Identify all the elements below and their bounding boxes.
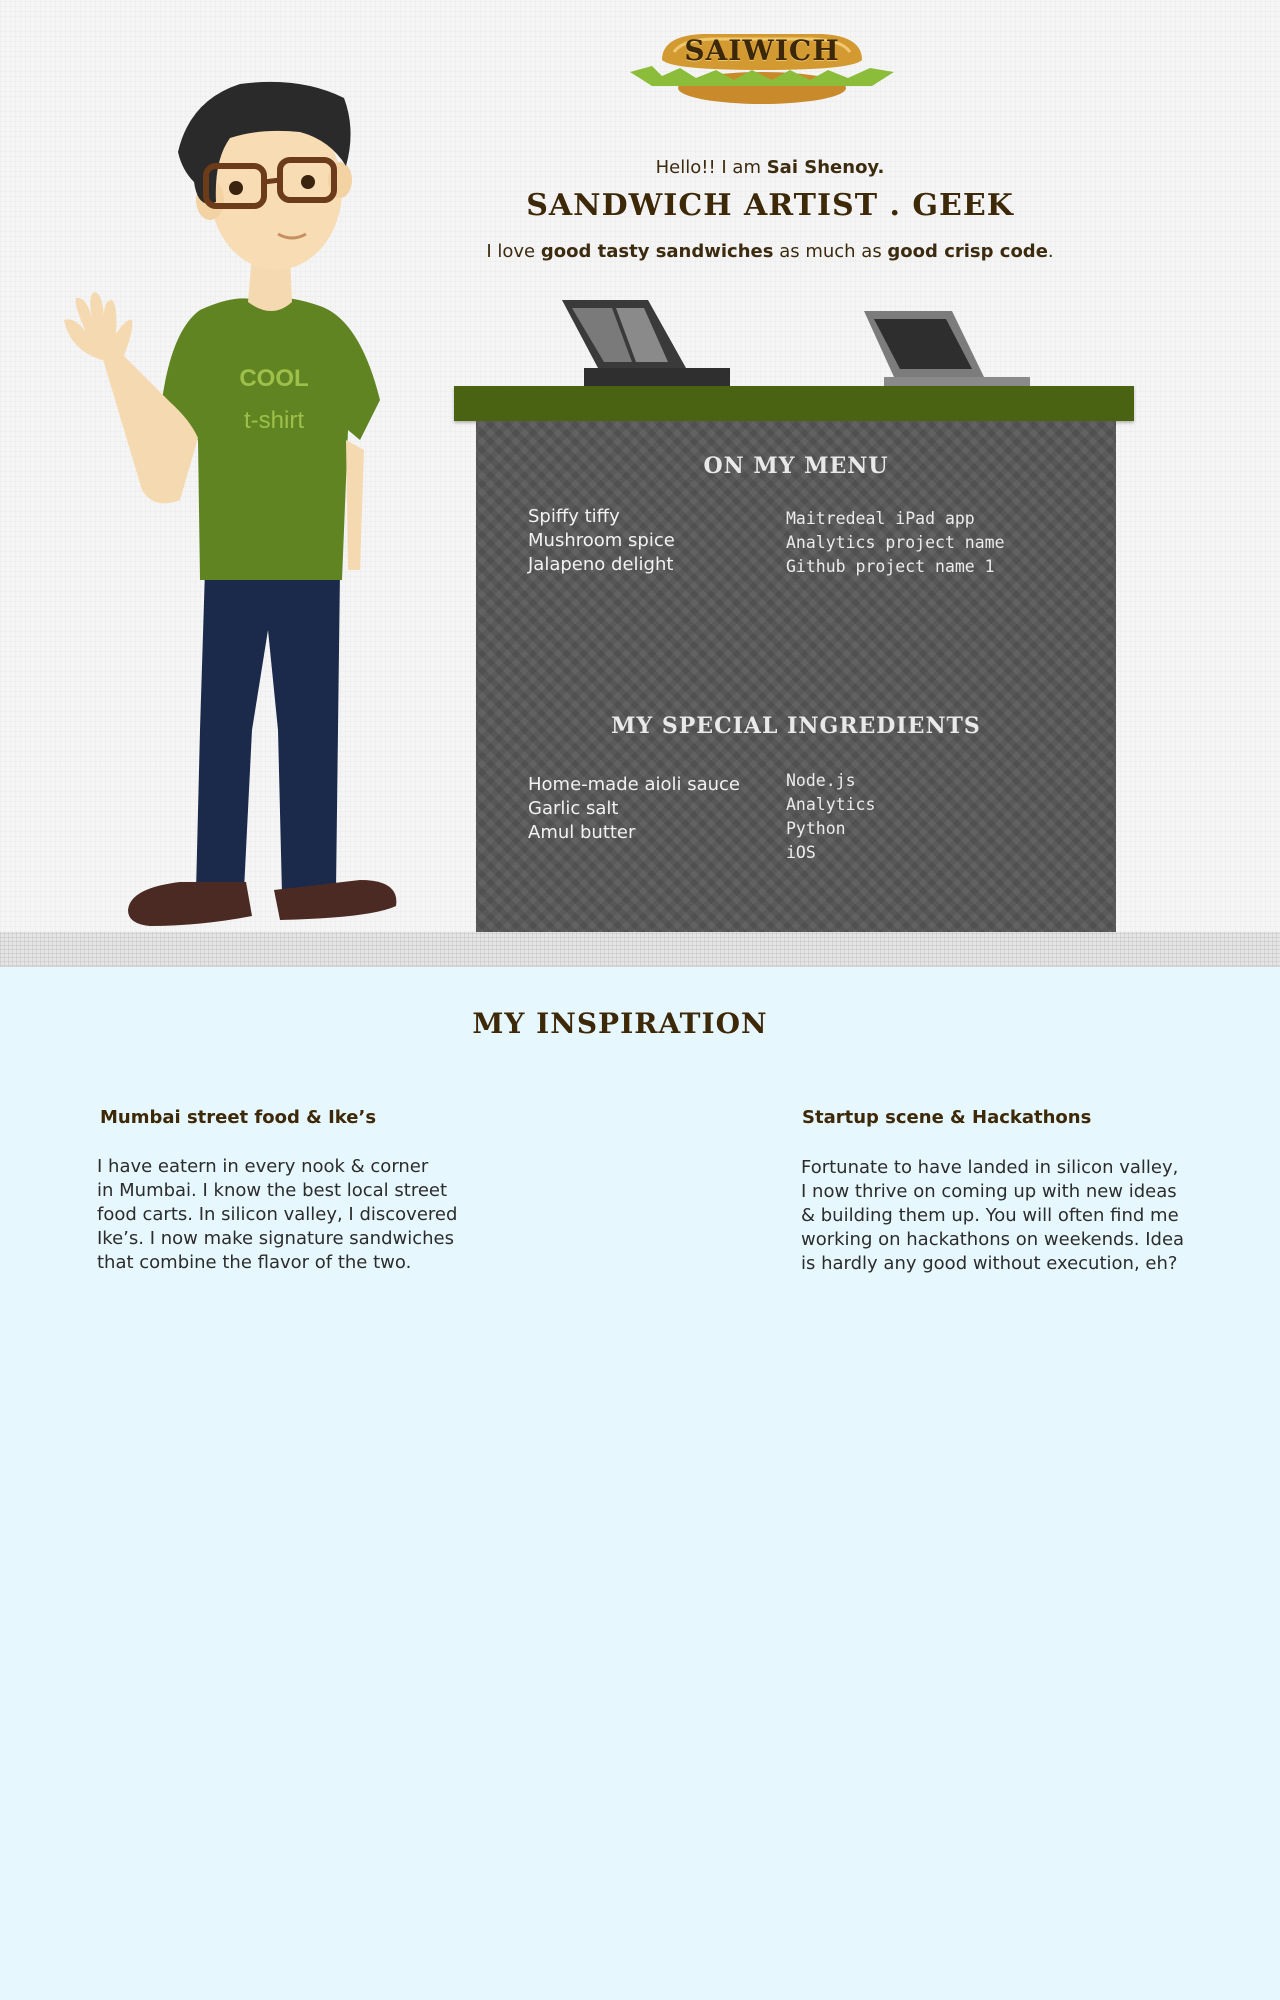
greeting-line: Hello!! I am Sai Shenoy. <box>420 157 1120 178</box>
list-item: Garlic salt <box>528 798 619 819</box>
project-link[interactable]: Analytics project name <box>786 531 1005 555</box>
text-line: Fortunate to have landed in silicon vall… <box>801 1157 1179 1178</box>
inspiration-heading: Startup scene & Hackathons <box>802 1107 1092 1128</box>
author-name: Sai Shenoy. <box>766 157 885 178</box>
intro-highlight-sandwiches: good tasty sandwiches <box>540 241 774 262</box>
text-line: food carts. In silicon valley, I discove… <box>97 1204 458 1225</box>
list-item: Node.js <box>786 771 856 790</box>
shirt-text-tshirt: t-shirt <box>244 407 304 434</box>
greeting-text: Hello!! I am <box>655 157 767 178</box>
logo-text: SAIWICH <box>684 34 840 67</box>
list-item: Spiffy tiffy <box>528 506 620 527</box>
character-illustration: COOL t-shirt <box>64 81 397 926</box>
ipad-icon <box>562 300 730 388</box>
food-ingredient-list: Home-made aioli sauce Garlic salt Amul b… <box>528 773 740 845</box>
intro-text: I love <box>486 241 541 262</box>
list-item: Mushroom spice <box>528 530 675 551</box>
list-item: Python <box>786 819 846 838</box>
inspiration-title: MY INSPIRATION <box>472 1007 768 1040</box>
list-item: Analytics <box>786 795 876 814</box>
intro-text: . <box>1047 241 1054 262</box>
text-line: that combine the flavor of the two. <box>97 1252 412 1273</box>
inspiration-text: I have eatern in every nook & corner in … <box>97 1155 457 1275</box>
intro-highlight-code: good crisp code <box>887 241 1048 262</box>
sandwich-list: Spiffy tiffy Mushroom spice Jalapeno del… <box>528 505 675 577</box>
saiwich-logo[interactable]: SAIWICH <box>622 30 902 110</box>
inspiration-section: MY INSPIRATION Mumbai street food & Ike’… <box>0 967 1280 2000</box>
menu-board: ON MY MENU Spiffy tiffy Mushroom spice J… <box>476 421 1116 932</box>
inspiration-heading: Mumbai street food & Ike’s <box>100 1107 377 1128</box>
intro-text: as much as <box>773 241 888 262</box>
ingredients-title: MY SPECIAL INGREDIENTS <box>611 713 981 739</box>
text-line: I now thrive on coming up with new ideas <box>801 1181 1177 1202</box>
menu-title: ON MY MENU <box>703 453 889 479</box>
inspiration-text: Fortunate to have landed in silicon vall… <box>801 1156 1184 1276</box>
counter-top <box>454 386 1134 421</box>
list-item: Home-made aioli sauce <box>528 774 740 795</box>
list-item: iOS <box>786 843 816 862</box>
text-line: Ike’s. I now make signature sandwiches <box>97 1228 454 1249</box>
tech-ingredient-list: Node.js Analytics Python iOS <box>786 769 875 865</box>
text-line: in Mumbai. I know the best local street <box>97 1180 448 1201</box>
project-link[interactable]: Maitredeal iPad app <box>786 507 1005 531</box>
list-item: Amul butter <box>528 822 636 843</box>
project-list: Maitredeal iPad app Analytics project na… <box>786 507 1005 579</box>
text-line: is hardly any good without execution, eh… <box>801 1253 1178 1274</box>
list-item: Jalapeno delight <box>528 554 674 575</box>
shirt-text-cool: COOL <box>239 365 308 392</box>
laptop-icon <box>864 311 1030 387</box>
text-line: working on hackathons on weekends. Idea <box>801 1229 1185 1250</box>
page-title: SANDWICH ARTIST . GEEK <box>526 188 1014 223</box>
text-line: I have eatern in every nook & corner <box>97 1156 429 1177</box>
project-link[interactable]: Github project name 1 <box>786 555 1005 579</box>
text-line: & building them up. You will often find … <box>801 1205 1179 1226</box>
intro-line: I love good tasty sandwiches as much as … <box>420 241 1120 262</box>
